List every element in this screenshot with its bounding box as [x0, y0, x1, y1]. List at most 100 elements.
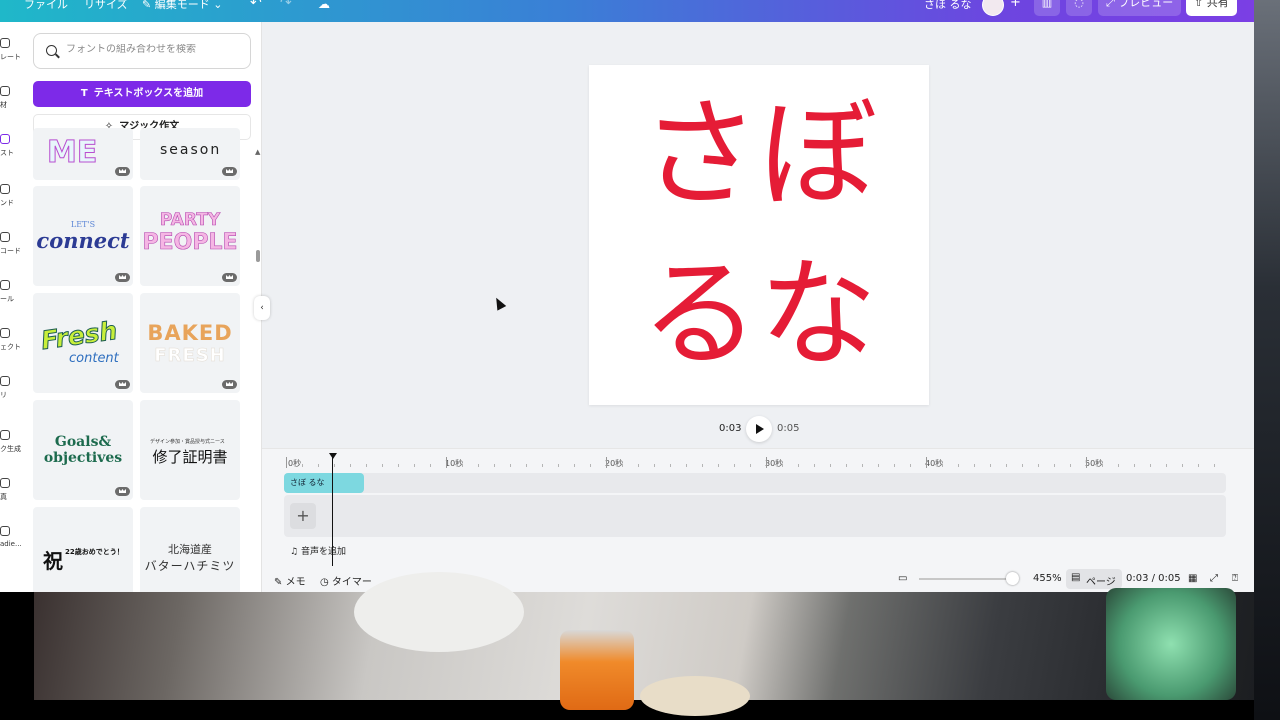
menu-file[interactable]: ファイル [24, 0, 68, 18]
folder-icon [0, 328, 10, 338]
menu-resize[interactable]: リサイズ [84, 0, 128, 18]
font-combo-tile[interactable]: BAKED FRESH [140, 293, 240, 393]
scroll-up-icon[interactable]: ▲ [255, 148, 260, 156]
ruler-tick [494, 464, 495, 467]
text-icon [0, 134, 10, 144]
rail-item-text[interactable]: スト [0, 134, 22, 158]
photo-icon [0, 478, 10, 488]
preview-button[interactable]: ⤢ プレビュー [1098, 0, 1182, 16]
rail-item-brand[interactable]: ンド [0, 184, 22, 208]
rail-item-projects[interactable]: ェクト [0, 328, 22, 352]
rail-item-qrcode[interactable]: コード [0, 232, 22, 256]
ruler-tick [1102, 464, 1103, 467]
font-combo-tile[interactable]: Fresh content [33, 293, 133, 393]
search-input[interactable] [66, 44, 236, 55]
rail-item-ai-generate[interactable]: ク生成 [0, 430, 22, 454]
font-combo-tile[interactable]: LET'S connect [33, 186, 133, 286]
ruler-tick [430, 464, 431, 467]
zoom-level[interactable]: 455% [1033, 573, 1062, 584]
current-time: 0:03 [719, 423, 742, 434]
scroll-thumb[interactable] [256, 250, 260, 262]
comment-icon[interactable]: ◌ [1066, 0, 1092, 16]
share-button[interactable]: ⇧ 共有 [1186, 0, 1237, 16]
ruler-tick [1182, 464, 1183, 467]
font-search-box[interactable] [33, 33, 251, 69]
undo-icon[interactable]: ↶ [250, 0, 262, 18]
collapse-panel-button[interactable]: ‹ [254, 296, 270, 320]
ruler-tick [654, 464, 655, 467]
timer-button[interactable]: ◷ タイマー [320, 573, 372, 588]
fullscreen-icon[interactable]: ⤢ [1210, 573, 1218, 584]
rail-label: コード [0, 247, 21, 255]
chevron-left-icon: ‹ [260, 303, 264, 313]
rail-item-photos[interactable]: 真 [0, 478, 22, 502]
tile-text: Fresh [39, 315, 120, 356]
menu-edit-mode[interactable]: ✎ 編集モード ⌄ [142, 0, 222, 18]
grid-view-icon[interactable]: ▦ [1188, 573, 1197, 584]
add-page-button[interactable]: + [290, 503, 316, 529]
page-clip[interactable]: さぼ るな [284, 473, 364, 493]
play-button[interactable] [746, 416, 772, 442]
page-thumbnail-icon[interactable]: ▭ [898, 573, 907, 584]
ruler-tick [910, 464, 911, 467]
canvas-text-line[interactable]: るな [589, 249, 929, 379]
font-combo-tile[interactable]: season [140, 128, 240, 180]
tile-text: PEOPLE [142, 230, 238, 256]
notes-label: メモ [285, 577, 306, 588]
ruler-tick [526, 464, 527, 467]
help-icon[interactable]: ⍰ [1232, 573, 1238, 584]
font-combo-tile[interactable]: ME [33, 128, 133, 180]
redo-icon[interactable]: ↷ [280, 0, 292, 18]
apps-icon [0, 376, 10, 386]
tile-text: 22歳おめでとう！ [65, 548, 124, 556]
qrcode-icon [0, 232, 10, 242]
tile-text: FRESH [154, 345, 226, 367]
crown-icon [115, 380, 130, 389]
ruler-tick [1150, 464, 1151, 467]
zoom-slider-handle[interactable] [1006, 572, 1019, 585]
tile-text: デザイン参加・賞品授与式ニース [150, 439, 225, 445]
tile-text: season [160, 142, 222, 158]
rail-item-tools[interactable]: ール [0, 280, 22, 304]
total-time: 0:05 [777, 423, 800, 434]
cloud-save-icon[interactable]: ☁ [318, 0, 330, 18]
video-track[interactable]: さぼ るな [284, 473, 1226, 493]
rail-item-gradient[interactable]: adie... [0, 526, 22, 548]
rail-item-apps[interactable]: リ [0, 376, 22, 400]
font-combo-tile[interactable]: Goals& objectives [33, 400, 133, 500]
document-title[interactable]: さほ るな [924, 0, 972, 18]
elements-icon [0, 86, 10, 96]
ruler-tick [462, 464, 463, 467]
add-collaborator-icon[interactable]: + [1010, 0, 1021, 18]
playhead[interactable] [332, 455, 333, 567]
font-combo-tile[interactable]: 祝 22歳おめでとう！ [33, 507, 133, 592]
design-page[interactable]: さぼ るな [589, 65, 929, 405]
font-combo-tile[interactable]: 北海道産 バターハチミツ [140, 507, 240, 592]
tile-text: バターハチミツ [144, 559, 236, 573]
avatar[interactable] [982, 0, 1004, 16]
add-audio-label: 音声を追加 [300, 547, 346, 557]
font-combo-tile[interactable]: PARTY PEOPLE [140, 186, 240, 286]
ruler-tick [302, 464, 303, 467]
add-textbox-button[interactable]: T テキストボックスを追加 [33, 81, 251, 107]
rail-item-templates[interactable]: レート [0, 38, 22, 62]
glass-shape [1106, 588, 1236, 700]
ruler-tick [862, 464, 863, 467]
playhead-handle[interactable] [329, 453, 337, 459]
notes-button[interactable]: ✎ メモ [274, 573, 306, 588]
panel-scrollbar[interactable]: ▲ [255, 148, 260, 590]
add-audio-button[interactable]: ♫ 音声を追加 [290, 544, 346, 557]
ruler-tick [894, 464, 895, 467]
text-t-icon: T [80, 88, 88, 99]
rail-label: リ [0, 391, 7, 399]
bowl-shape [354, 572, 524, 652]
canvas-text-line[interactable]: さぼ [589, 89, 929, 219]
rail-item-elements[interactable]: 材 [0, 86, 22, 110]
font-combo-tile[interactable]: デザイン参加・賞品授与式ニース 修了証明書 [140, 400, 240, 500]
expand-icon: ⤢ [1106, 0, 1115, 9]
insights-icon[interactable]: ▥ [1034, 0, 1060, 16]
tile-text: connect [36, 228, 130, 253]
page-view-button[interactable]: ▤ ページ [1066, 569, 1122, 589]
crown-icon [222, 380, 237, 389]
zoom-slider[interactable] [919, 578, 1019, 580]
